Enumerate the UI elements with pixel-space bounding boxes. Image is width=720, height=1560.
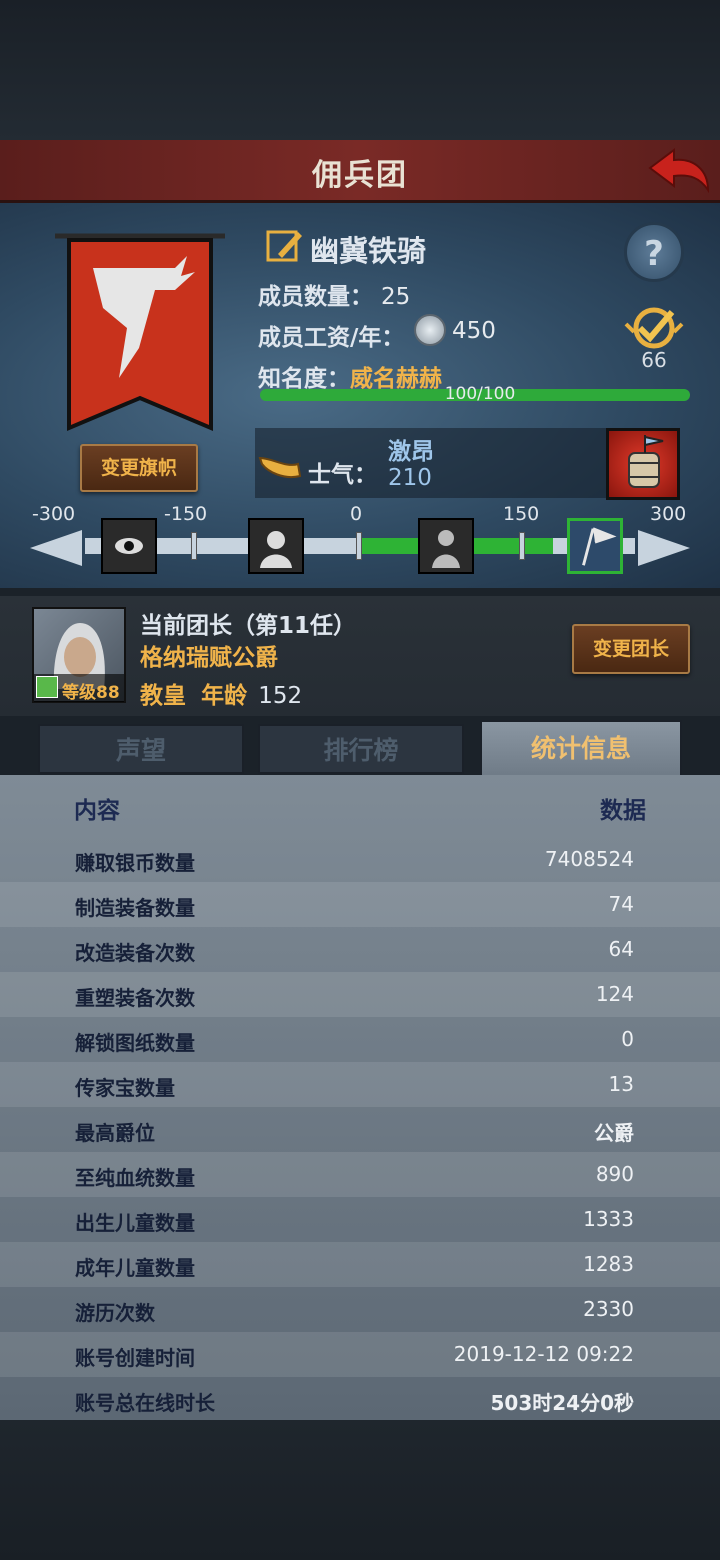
leader-info-row: 教皇 年龄 152	[140, 676, 302, 710]
tab-bar: 声望 排行榜 统计信息	[0, 716, 720, 778]
leader-level: 等级88	[62, 683, 120, 703]
scale-tick-label: -300	[32, 503, 76, 525]
stat-value: 64	[608, 937, 634, 961]
scale-tick-label: 150	[503, 503, 540, 525]
rank-value: 66	[641, 348, 667, 372]
table-row: 游历次数 2330	[0, 1287, 720, 1332]
leader-religion: 教皇	[140, 683, 186, 709]
table-row: 账号创建时间 2019-12-12 09:22	[0, 1332, 720, 1377]
morale-label: 士气：	[308, 462, 377, 488]
stat-value: 890	[595, 1162, 634, 1186]
stat-value: 13	[608, 1072, 634, 1096]
table-row: 最高爵位 公爵	[0, 1107, 720, 1152]
members-value: 25	[381, 284, 411, 310]
rank-badge-icon[interactable]	[622, 304, 686, 354]
stat-value: 1283	[583, 1252, 634, 1276]
leader-age-value: 152	[258, 683, 303, 709]
stat-label: 制造装备数量	[75, 896, 195, 920]
stat-label: 传家宝数量	[75, 1076, 175, 1100]
change-leader-button[interactable]: 变更团长	[572, 624, 690, 674]
despair-icon[interactable]	[248, 518, 304, 574]
guild-name: 幽冀铁骑	[310, 234, 427, 268]
stat-label: 最高爵位	[75, 1121, 155, 1145]
header-content: 内容	[74, 798, 120, 824]
scale-tick-label: 300	[650, 503, 687, 525]
tab-reputation[interactable]: 声望	[38, 724, 244, 774]
table-row: 至纯血统数量 890	[0, 1152, 720, 1197]
members-label: 成员数量：	[258, 284, 373, 310]
stat-label: 账号创建时间	[75, 1346, 195, 1370]
supply-barrel-icon[interactable]	[606, 428, 680, 500]
scale-tick-mark	[356, 532, 362, 560]
back-arrow-icon[interactable]	[646, 146, 712, 194]
header-data: 数据	[600, 798, 646, 824]
leader-name: 格纳瑞赋公爵	[140, 645, 278, 671]
top-background	[0, 0, 720, 140]
horn-icon	[258, 456, 302, 478]
morale-state: 激昂	[388, 439, 434, 465]
stat-label: 成年儿童数量	[75, 1256, 195, 1280]
leader-title: 当前团长（第11任）	[140, 613, 357, 639]
table-row: 改造装备次数 64	[0, 927, 720, 972]
table-row: 出生儿童数量 1333	[0, 1197, 720, 1242]
stat-label: 至纯血统数量	[75, 1166, 195, 1190]
wage-row: 成员工资/年：	[258, 318, 404, 352]
stat-label: 重塑装备次数	[75, 986, 195, 1010]
table-row: 解锁图纸数量 0	[0, 1017, 720, 1062]
bottom-background	[0, 1420, 720, 1560]
fear-icon[interactable]	[101, 518, 157, 574]
table-row: 传家宝数量 13	[0, 1062, 720, 1107]
members-row: 成员数量： 25	[258, 277, 410, 311]
wage-label: 成员工资/年：	[258, 325, 405, 351]
morale-value: 210	[388, 465, 432, 491]
scale-tick-label: 0	[350, 503, 363, 525]
edit-name-icon[interactable]	[264, 226, 304, 266]
stat-label: 赚取银币数量	[75, 851, 195, 875]
table-row: 赚取银币数量 7408524	[0, 837, 720, 882]
guild-banner-icon	[55, 233, 225, 432]
silver-coin-icon	[414, 314, 446, 346]
stat-value: 124	[595, 982, 634, 1006]
stat-label: 出生儿童数量	[75, 1211, 195, 1235]
stat-label: 解锁图纸数量	[75, 1031, 195, 1055]
tab-statistics[interactable]: 统计信息	[480, 720, 682, 778]
scale-tick-mark	[519, 532, 525, 560]
stat-value: 1333	[583, 1207, 634, 1231]
stat-label: 游历次数	[75, 1301, 155, 1325]
stat-value: 公爵	[594, 1121, 634, 1145]
stat-value: 74	[608, 892, 634, 916]
change-banner-button[interactable]: 变更旗帜	[80, 444, 198, 492]
table-row: 账号总在线时长 503时24分0秒	[0, 1377, 720, 1422]
stats-table-header: 内容 数据	[40, 785, 680, 827]
leader-age-label: 年龄	[201, 683, 248, 709]
stat-value: 0	[621, 1027, 634, 1051]
scale-tick-mark	[191, 532, 197, 560]
page-title: 佣兵团	[312, 158, 408, 193]
stat-value: 503时24分0秒	[490, 1391, 635, 1415]
level-badge: 等级88	[34, 674, 124, 703]
fame-progress-text: 100/100	[444, 384, 516, 404]
stat-value: 2330	[583, 1297, 634, 1321]
title-bar: 佣兵团	[0, 140, 720, 203]
stat-value: 7408524	[544, 847, 634, 871]
scale-tick-label: -150	[164, 503, 208, 525]
tab-ranking[interactable]: 排行榜	[258, 724, 464, 774]
excited-icon[interactable]	[567, 518, 623, 574]
stat-value: 2019-12-12 09:22	[453, 1342, 634, 1366]
stat-label: 账号总在线时长	[75, 1391, 215, 1415]
help-icon[interactable]: ?	[624, 222, 684, 282]
calm-icon[interactable]	[418, 518, 474, 574]
table-row: 重塑装备次数 124	[0, 972, 720, 1017]
wage-value: 450	[452, 318, 496, 344]
table-row: 制造装备数量 74	[0, 882, 720, 927]
checkbox-icon	[36, 676, 58, 698]
table-row: 成年儿童数量 1283	[0, 1242, 720, 1287]
stat-label: 改造装备次数	[75, 941, 195, 965]
